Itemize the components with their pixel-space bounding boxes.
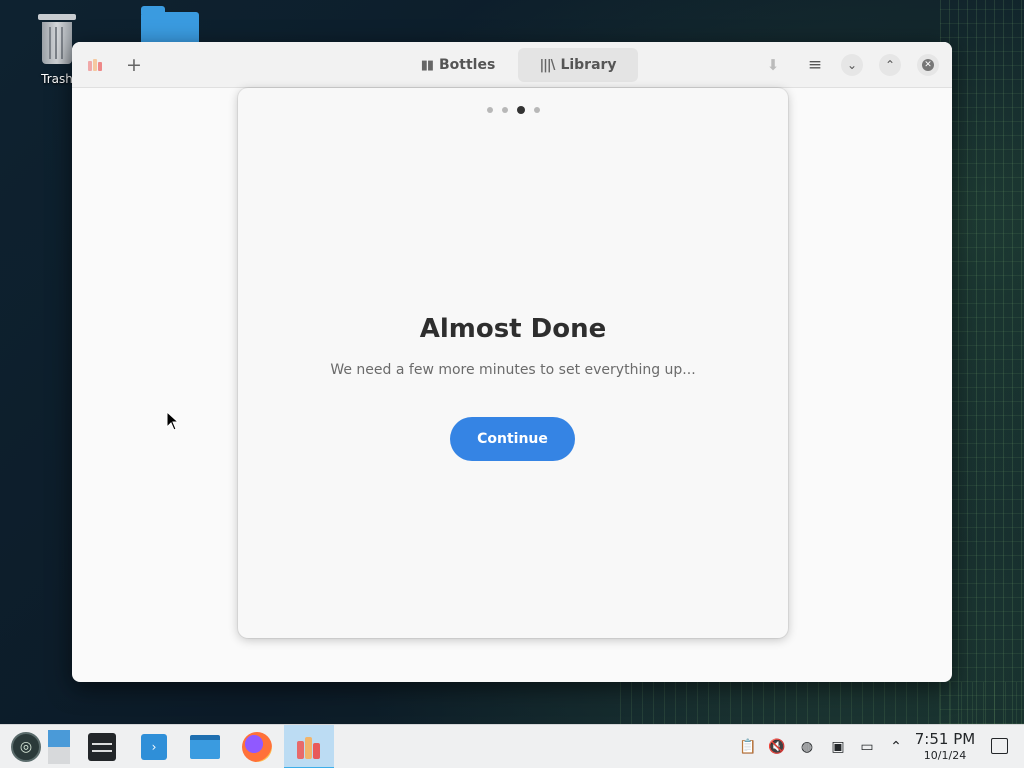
chevron-down-icon: ⌄ [846,58,858,72]
mouse-cursor-icon [166,411,180,431]
folder-icon [141,6,199,46]
discover-icon: › [141,734,167,760]
taskbar-dolphin[interactable] [187,729,223,765]
virtual-desktop-pager[interactable] [42,729,76,765]
taskbar-discover[interactable]: › [136,729,172,765]
trash-label: Trash [41,72,73,86]
maximize-button[interactable]: ⌃ [879,54,901,76]
onboarding-subtitle: We need a few more minutes to set everyt… [330,362,696,378]
onboarding-title: Almost Done [419,314,607,344]
minimize-button[interactable]: ⌄ [841,54,863,76]
page-dot[interactable] [501,107,508,113]
bottles-icon: ▮▮ [420,57,434,73]
close-icon: ✕ [922,59,934,71]
clock-time[interactable]: 7:51 PM [912,730,978,748]
view-switcher: ▮▮ Bottles |||\ Library [398,48,638,82]
desktop-1[interactable] [48,730,70,747]
clock-date[interactable]: 10/1/24 [912,749,978,762]
taskbar-bottles[interactable] [284,725,334,768]
add-bottle-button[interactable]: + [121,52,147,78]
application-launcher[interactable]: ◎ [8,729,44,765]
tab-library[interactable]: |||\ Library [518,48,638,82]
hamburger-icon: ≡ [807,55,823,75]
page-dot-active[interactable] [516,106,525,114]
folder-icon [190,735,220,759]
header-bar: + ▮▮ Bottles |||\ Library ⬇ ≡ ⌄ ⌃ ✕ [72,42,952,88]
taskbar-firefox[interactable] [239,729,275,765]
wallpaper-pattern-bottom [620,682,1024,724]
clipboard-icon[interactable]: 📋 [739,738,757,756]
firefox-icon [242,732,272,762]
tab-bottles-label: Bottles [439,57,496,73]
taskbar-system-settings[interactable] [84,729,120,765]
page-indicator [238,106,788,114]
bottles-app-icon [82,52,108,78]
onboarding-dialog: Almost Done We need a few more minutes t… [238,88,788,638]
desktop-2[interactable] [48,747,70,764]
main-menu-button[interactable]: ≡ [802,52,828,78]
close-button[interactable]: ✕ [917,54,939,76]
chevron-up-icon: ⌃ [884,58,896,72]
expand-tray-icon[interactable]: ⌃ [887,738,905,756]
show-desktop-button[interactable] [991,738,1008,754]
page-dot[interactable] [533,107,540,113]
plus-icon: + [126,54,142,76]
taskbar: ◎ › 📋 🔇 ◍ ▣ ▭ ⌃ 7:51 PM 10/1/24 [0,724,1024,768]
downloads-button[interactable]: ⬇ [760,52,786,78]
bottles-app-icon [284,725,334,768]
tab-bottles[interactable]: ▮▮ Bottles [398,48,518,82]
volume-muted-icon[interactable]: 🔇 [768,738,786,756]
tab-library-label: Library [560,57,617,73]
continue-button[interactable]: Continue [450,417,575,461]
library-icon: |||\ [539,57,555,73]
opensuse-icon: ◎ [11,732,41,762]
page-dot[interactable] [486,107,493,113]
input-method-icon[interactable]: ▣ [829,738,847,756]
display-icon[interactable]: ▭ [858,738,876,756]
wallpaper-pattern [940,0,1024,724]
download-icon: ⬇ [766,56,780,74]
settings-icon [88,733,116,761]
network-icon[interactable]: ◍ [798,738,816,756]
